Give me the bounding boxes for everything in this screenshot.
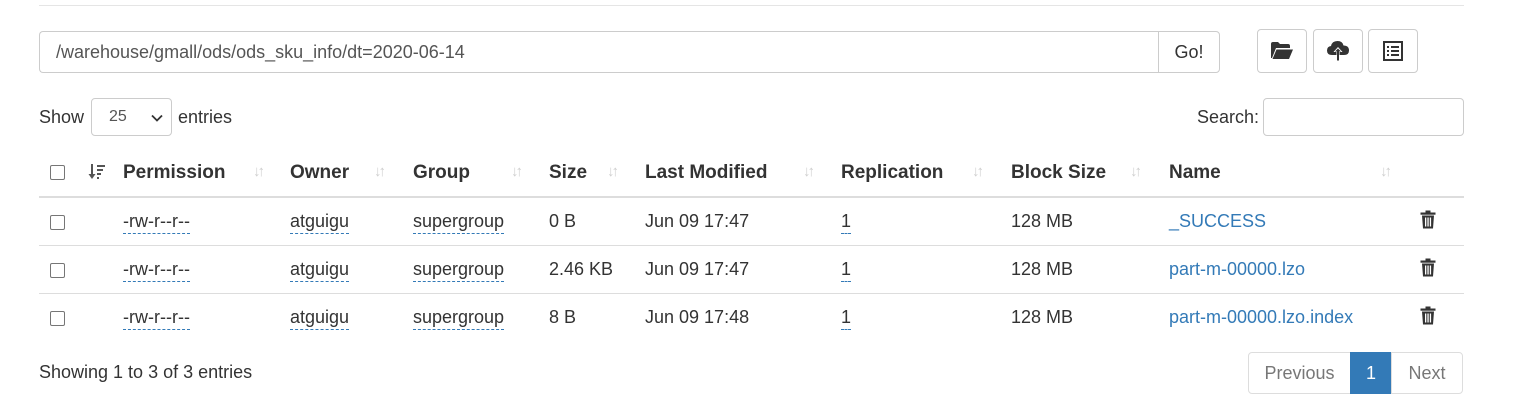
sort-both-icon: ↓↑	[374, 163, 386, 180]
row-checkbox[interactable]	[50, 262, 65, 278]
permission-cell[interactable]: -rw-r--r--	[123, 307, 190, 330]
select-all-header	[39, 149, 82, 198]
sort-both-icon: ↓↑	[1380, 163, 1392, 180]
group-cell[interactable]: supergroup	[413, 259, 505, 282]
group-cell[interactable]: supergroup	[413, 307, 505, 330]
go-button[interactable]: Go!	[1158, 31, 1220, 73]
block-size-cell: 128 MB	[1011, 307, 1074, 327]
sort-amount-desc-icon	[88, 164, 105, 179]
entries-per-page-select[interactable]: 25	[91, 98, 173, 136]
column-label: Owner	[290, 161, 350, 183]
file-name-link[interactable]: part-m-00000.lzo	[1169, 259, 1305, 279]
trash-icon	[1420, 258, 1436, 276]
table-info: Showing 1 to 3 of 3 entries	[39, 362, 253, 382]
entries-per-page-value: 25	[109, 108, 127, 125]
table-row: -rw-r--r-- atguigu supergroup 2.46 KB Ju…	[39, 245, 1464, 294]
top-divider	[39, 5, 1464, 6]
replication-cell[interactable]: 1	[841, 259, 852, 282]
chevron-down-icon	[151, 114, 163, 122]
file-name-link[interactable]: part-m-00000.lzo.index	[1169, 307, 1353, 327]
block-size-cell: 128 MB	[1011, 259, 1074, 279]
pagination: Previous 1 Next	[1248, 352, 1463, 394]
group-cell[interactable]: supergroup	[413, 211, 505, 234]
block-size-cell: 128 MB	[1011, 211, 1074, 231]
upload-files-button[interactable]	[1313, 29, 1363, 73]
entries-length-control: Show 25 entries	[39, 97, 232, 137]
column-header-name[interactable]: Name ↓↑	[1169, 149, 1400, 198]
folder-open-icon	[1271, 42, 1293, 59]
permission-cell[interactable]: -rw-r--r--	[123, 259, 190, 282]
entries-label: entries	[178, 106, 233, 127]
column-header-replication[interactable]: Replication ↓↑	[841, 149, 1011, 198]
column-label: Replication	[841, 161, 944, 183]
row-checkbox[interactable]	[50, 214, 65, 230]
page-1-button[interactable]: 1	[1350, 352, 1392, 394]
last-modified-cell: Jun 09 17:47	[645, 211, 750, 231]
last-modified-cell: Jun 09 17:48	[645, 307, 750, 327]
column-label: Permission	[123, 161, 226, 183]
select-all-checkbox[interactable]	[50, 164, 65, 180]
sort-both-icon: ↓↑	[253, 163, 265, 180]
trash-icon	[1420, 210, 1436, 228]
permission-cell[interactable]: -rw-r--r--	[123, 211, 190, 234]
column-header-size[interactable]: Size ↓↑	[549, 149, 645, 198]
owner-cell[interactable]: atguigu	[290, 259, 350, 282]
directory-path-input[interactable]	[39, 31, 1158, 73]
table-header-row: Permission ↓↑ Owner ↓↑ Group ↓↑ Size ↓↑ …	[39, 149, 1464, 198]
replication-cell[interactable]: 1	[841, 211, 852, 234]
replication-cell[interactable]: 1	[841, 307, 852, 330]
file-listing-table: Permission ↓↑ Owner ↓↑ Group ↓↑ Size ↓↑ …	[39, 149, 1464, 341]
sort-both-icon: ↓↑	[1130, 163, 1142, 180]
sort-both-icon: ↓↑	[607, 163, 619, 180]
column-label: Size	[549, 161, 588, 183]
last-modified-cell: Jun 09 17:47	[645, 259, 750, 279]
create-directory-button[interactable]	[1257, 29, 1307, 73]
trash-icon	[1420, 306, 1436, 324]
owner-cell[interactable]: atguigu	[290, 211, 350, 234]
sort-both-icon: ↓↑	[803, 163, 815, 180]
search-label: Search:	[1196, 106, 1259, 127]
column-header-permission[interactable]: Permission ↓↑	[123, 149, 290, 198]
search-input[interactable]	[1263, 98, 1464, 136]
column-label: Block Size	[1011, 161, 1107, 183]
sort-both-icon: ↓↑	[511, 163, 523, 180]
show-label: Show	[39, 106, 85, 127]
table-search: Search:	[1197, 97, 1464, 137]
path-bar: Go!	[39, 31, 1220, 73]
column-header-last-modified[interactable]: Last Modified ↓↑	[645, 149, 841, 198]
list-alt-icon	[1383, 41, 1403, 61]
size-cell: 8 B	[549, 307, 577, 327]
owner-cell[interactable]: atguigu	[290, 307, 350, 330]
delete-button[interactable]	[1420, 210, 1436, 234]
column-label: Last Modified	[645, 161, 768, 183]
delete-button[interactable]	[1420, 306, 1436, 330]
cloud-upload-icon	[1327, 41, 1349, 61]
sort-both-icon: ↓↑	[972, 163, 984, 180]
size-cell: 0 B	[549, 211, 577, 231]
delete-button[interactable]	[1420, 258, 1436, 282]
actions-header	[1400, 149, 1464, 198]
table-row: -rw-r--r-- atguigu supergroup 0 B Jun 09…	[39, 197, 1464, 246]
sort-column-header[interactable]	[82, 149, 123, 198]
column-header-owner[interactable]: Owner ↓↑	[290, 149, 413, 198]
previous-page-button[interactable]: Previous	[1248, 352, 1351, 394]
file-name-link[interactable]: _SUCCESS	[1169, 211, 1266, 231]
column-label: Name	[1169, 161, 1221, 183]
next-page-button[interactable]: Next	[1391, 352, 1463, 394]
table-row: -rw-r--r-- atguigu supergroup 8 B Jun 09…	[39, 293, 1464, 341]
row-checkbox[interactable]	[50, 310, 65, 326]
column-label: Group	[413, 161, 470, 183]
column-header-block-size[interactable]: Block Size ↓↑	[1011, 149, 1169, 198]
cut-paste-button[interactable]	[1368, 29, 1418, 73]
column-header-group[interactable]: Group ↓↑	[413, 149, 549, 198]
size-cell: 2.46 KB	[549, 259, 614, 279]
